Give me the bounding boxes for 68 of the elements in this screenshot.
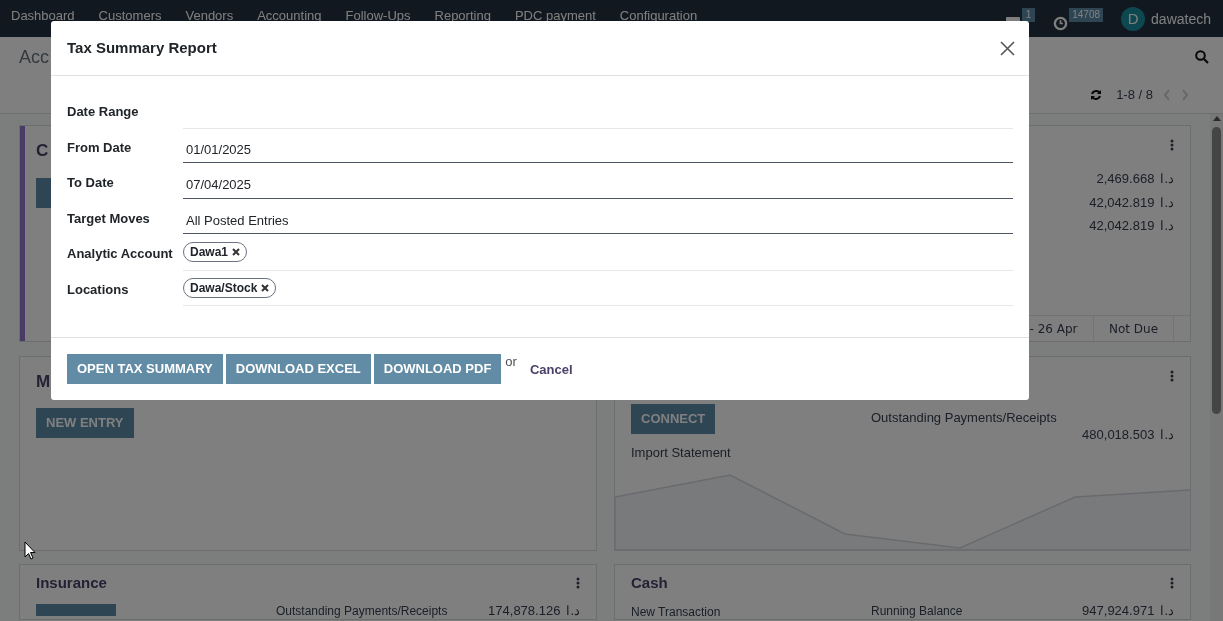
amount: 174,878.126 bbox=[488, 604, 561, 619]
remove-icon[interactable] bbox=[261, 283, 270, 292]
chart-label: - 26 Apr bbox=[1029, 320, 1078, 338]
or-text: or bbox=[505, 353, 517, 371]
card-title[interactable]: Insurance bbox=[36, 574, 107, 593]
notification-badge: 1 bbox=[1021, 8, 1036, 22]
scroll-up-icon[interactable] bbox=[1212, 116, 1221, 121]
dialog-button[interactable]: OPEN TAX SUMMARY bbox=[67, 354, 223, 384]
connect-button[interactable]: CONNECT bbox=[631, 403, 716, 434]
nav-menu-item[interactable]: Customers bbox=[98, 8, 162, 24]
kebab-menu-icon[interactable] bbox=[1170, 139, 1174, 151]
field-label: To Date bbox=[67, 174, 115, 192]
card-title[interactable]: Cash bbox=[631, 574, 668, 593]
currency: د.ا bbox=[566, 604, 580, 619]
currency: د.ا bbox=[1160, 604, 1174, 619]
card-title[interactable]: M bbox=[36, 368, 51, 395]
input-field[interactable]: 01/01/2025 bbox=[183, 137, 1013, 163]
currency: د.ا bbox=[1160, 193, 1174, 212]
scrollbar-thumb[interactable] bbox=[1212, 127, 1221, 414]
remove-icon[interactable] bbox=[232, 248, 241, 257]
close-icon[interactable] bbox=[1000, 40, 1015, 56]
field-label: From Date bbox=[67, 138, 133, 157]
nav-menu-item[interactable]: Reporting bbox=[434, 8, 491, 24]
search-icon[interactable] bbox=[1195, 50, 1209, 64]
refresh-icon[interactable] bbox=[1090, 89, 1103, 101]
kebab-menu-icon[interactable] bbox=[1170, 577, 1174, 590]
stat-label: Outstanding Payments/Receipts bbox=[871, 408, 1058, 427]
dialog-button[interactable]: DOWNLOAD PDF bbox=[373, 354, 502, 384]
new-transaction-link[interactable]: New Transaction bbox=[631, 605, 721, 620]
user-avatar[interactable]: D bbox=[1121, 7, 1146, 31]
amount: 42,042.819 bbox=[1089, 217, 1155, 235]
amount: 480,018.503 bbox=[1082, 426, 1155, 445]
field-label: Locations bbox=[67, 280, 130, 299]
dialog-title: Tax Summary Report bbox=[67, 37, 217, 58]
field-label: Target Moves bbox=[67, 209, 151, 228]
nav-menu-item[interactable]: Vendors bbox=[185, 8, 234, 24]
input-field[interactable]: 07/04/2025 bbox=[183, 172, 1013, 199]
currency: د.ا bbox=[1160, 426, 1174, 445]
nav-menu-item[interactable]: Accounting bbox=[257, 8, 322, 24]
import-statement-link[interactable]: Import Statement bbox=[631, 442, 731, 463]
user-name[interactable]: dawatech bbox=[1151, 8, 1211, 30]
pager-value[interactable]: 1-8 / 8 bbox=[1116, 85, 1153, 105]
stat-label: Outstanding Payments/Receipts bbox=[276, 604, 449, 619]
breadcrumb: Acc bbox=[19, 45, 49, 69]
nav-menu-item[interactable]: Follow-Ups bbox=[345, 8, 411, 24]
field-label: Analytic Account bbox=[67, 245, 174, 263]
amount: 947,924.971 bbox=[1082, 604, 1155, 619]
kebab-menu-icon[interactable] bbox=[576, 577, 580, 590]
notification-badge: 14708 bbox=[1069, 8, 1104, 22]
field-label: Date Range bbox=[67, 103, 140, 121]
nav-menu-item[interactable]: Configuration bbox=[619, 8, 698, 24]
currency: د.ا bbox=[1160, 217, 1174, 235]
nav-menu-item[interactable]: PDC payment bbox=[514, 8, 596, 24]
clock-icon[interactable] bbox=[1053, 15, 1069, 31]
cancel-link[interactable]: Cancel bbox=[529, 360, 573, 380]
kebab-menu-icon[interactable] bbox=[1170, 369, 1174, 382]
stat-label: Running Balance bbox=[871, 604, 964, 619]
card-button[interactable] bbox=[36, 604, 116, 617]
dialog-button[interactable]: DOWNLOAD EXCEL bbox=[225, 354, 371, 384]
input-field[interactable]: All Posted Entries bbox=[183, 208, 1013, 234]
scrollbar[interactable] bbox=[1210, 114, 1223, 621]
nav-menu-item[interactable]: Dashboard bbox=[11, 8, 75, 24]
currency: د.ا bbox=[1160, 170, 1174, 188]
amount: 2,469.668 bbox=[1096, 170, 1155, 188]
amount: 42,042.819 bbox=[1089, 193, 1155, 212]
chart-label: Not Due bbox=[1108, 320, 1159, 338]
card-title[interactable]: C bbox=[36, 138, 49, 164]
card-button[interactable]: NEW ENTRY bbox=[36, 408, 134, 439]
